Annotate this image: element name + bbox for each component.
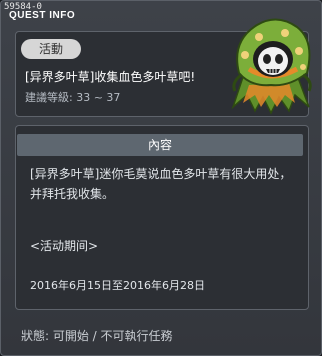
event-period-label: <活动期间> [30,239,99,253]
event-period-dates: 2016年6月15日至2016年6月28日 [30,279,205,292]
hooded-ghost-icon [231,18,312,115]
quest-status: 狀態: 可開始 / 不可執行任務 [21,329,173,343]
category-badge: 活動 [21,39,81,59]
quest-description: [异界多叶草]迷你毛莫说血色多叶草有很大用处，并拜托我收集。 [30,167,292,201]
quest-info-window: 59584-0 QUEST INFO 活動 [异界多叶草]收集血色多叶草吧! 建… [0,0,322,356]
recommended-level: 建議等級: 33 ~ 37 [25,91,121,104]
window-title: QUEST INFO [9,10,76,21]
content-section-header: 內容 [17,134,303,156]
quest-title: [异界多叶草]收集血色多叶草吧! [25,70,196,84]
